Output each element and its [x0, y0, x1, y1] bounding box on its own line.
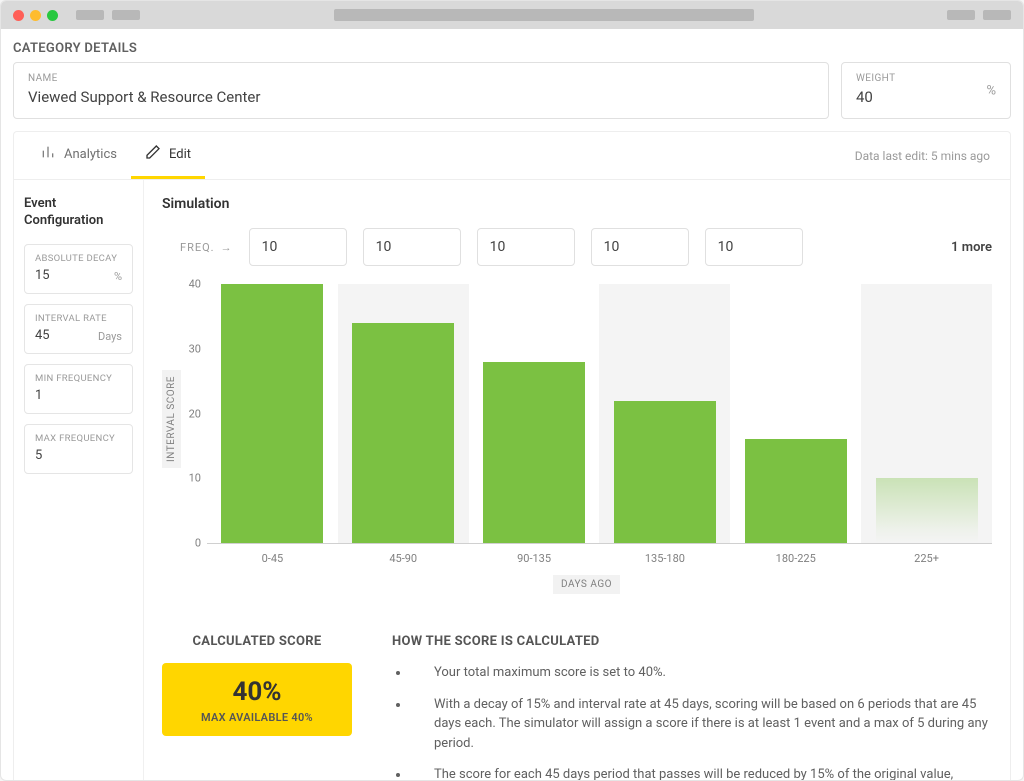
x-label: 90-135	[469, 544, 600, 565]
y-tick: 20	[189, 407, 201, 420]
tab-analytics-label: Analytics	[64, 147, 117, 162]
tb-button	[947, 10, 975, 20]
arrow-right-icon: →	[221, 241, 233, 254]
weight-unit: %	[986, 83, 996, 98]
min-frequency-field[interactable]: MIN FREQUENCY 1	[24, 364, 133, 414]
score-value: 40%	[172, 677, 342, 707]
maximize-icon[interactable]	[47, 10, 58, 21]
bar	[352, 323, 454, 543]
x-label: 45-90	[338, 544, 469, 565]
y-tick: 0	[195, 537, 201, 550]
y-tick: 40	[189, 278, 201, 291]
tb-button	[983, 10, 1011, 20]
tabs: Analytics Edit Data last edit: 5 mins ag…	[13, 131, 1011, 179]
how-bullet: Your total maximum score is set to 40%.	[410, 663, 992, 683]
tab-edit-label: Edit	[169, 147, 191, 162]
minimize-icon[interactable]	[30, 10, 41, 21]
bar-chart-icon	[40, 144, 56, 164]
bar-slot	[207, 284, 338, 543]
calculated-score-title: CALCULATED SCORE	[162, 634, 352, 649]
y-tick: 10	[189, 472, 201, 485]
freq-input-1[interactable]: 10	[363, 228, 461, 266]
bar	[745, 439, 847, 543]
title-bar	[1, 1, 1023, 29]
freq-input-3[interactable]: 10	[591, 228, 689, 266]
weight-label: WEIGHT	[856, 73, 996, 84]
weight-field[interactable]: WEIGHT 40 %	[841, 62, 1011, 119]
tab-analytics[interactable]: Analytics	[26, 132, 131, 179]
sidebar-title: Event Configuration	[24, 196, 133, 230]
interval-rate-field[interactable]: INTERVAL RATE 45 Days	[24, 304, 133, 354]
bar	[876, 478, 978, 543]
score-card: 40% MAX AVAILABLE 40%	[162, 663, 352, 736]
sidebar: Event Configuration ABSOLUTE DECAY 15 % …	[14, 180, 144, 780]
tab-edit[interactable]: Edit	[131, 132, 205, 179]
freq-input-0[interactable]: 10	[249, 228, 347, 266]
interval-score-chart: INTERVAL SCORE 010203040 0-4545-9090-135…	[162, 284, 992, 594]
freq-input-2[interactable]: 10	[477, 228, 575, 266]
freq-label: FREQ. →	[180, 241, 233, 254]
bar	[614, 401, 716, 543]
freq-input-4[interactable]: 10	[705, 228, 803, 266]
last-edit-text: Data last edit: 5 mins ago	[855, 149, 998, 163]
url-bar[interactable]	[334, 9, 754, 21]
how-bullet: The score for each 45 days period that p…	[410, 765, 992, 780]
app-window: CATEGORY DETAILS NAME Viewed Support & R…	[0, 0, 1024, 781]
how-title: HOW THE SCORE IS CALCULATED	[392, 634, 992, 649]
freq-more[interactable]: 1 more	[951, 240, 992, 255]
x-label: 0-45	[207, 544, 338, 565]
score-sub: MAX AVAILABLE 40%	[172, 711, 342, 724]
x-axis-label: DAYS AGO	[553, 575, 620, 594]
weight-value: 40	[856, 88, 996, 106]
how-list: Your total maximum score is set to 40%. W…	[392, 663, 992, 780]
bar	[221, 284, 323, 543]
name-label: NAME	[28, 73, 814, 84]
bar-slot	[338, 284, 469, 543]
y-tick: 30	[189, 342, 201, 355]
bar-slot	[730, 284, 861, 543]
name-value: Viewed Support & Resource Center	[28, 88, 814, 106]
tb-button	[76, 10, 104, 20]
max-frequency-field[interactable]: MAX FREQUENCY 5	[24, 424, 133, 474]
close-icon[interactable]	[13, 10, 24, 21]
bar-slot	[469, 284, 600, 543]
x-label: 225+	[861, 544, 992, 565]
pencil-icon	[145, 144, 161, 164]
y-axis-label: INTERVAL SCORE	[162, 370, 181, 468]
x-label: 180-225	[730, 544, 861, 565]
name-field[interactable]: NAME Viewed Support & Resource Center	[13, 62, 829, 119]
page-title: CATEGORY DETAILS	[1, 29, 1023, 62]
tb-button	[112, 10, 140, 20]
bar-slot	[861, 284, 992, 543]
freq-row: FREQ. → 10 10 10 10 10 1 more	[162, 228, 992, 266]
how-bullet: With a decay of 15% and interval rate at…	[410, 695, 992, 754]
bar-slot	[599, 284, 730, 543]
bar	[483, 362, 585, 543]
x-label: 135-180	[599, 544, 730, 565]
simulation-title: Simulation	[162, 196, 992, 212]
absolute-decay-field[interactable]: ABSOLUTE DECAY 15 %	[24, 244, 133, 294]
